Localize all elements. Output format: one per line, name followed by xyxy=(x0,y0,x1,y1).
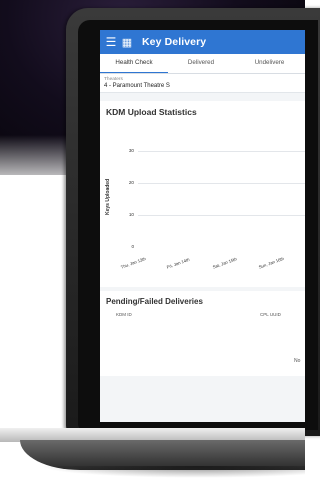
tab-undelivered[interactable]: Undelivere xyxy=(234,54,305,73)
y-tick-label: 30 xyxy=(128,148,134,153)
laptop-screen: ☰ ▦ Key Delivery Health Check Delivered … xyxy=(100,30,305,422)
y-tick-label: 10 xyxy=(128,212,134,217)
theater-selector-value: 4 - Paramount Theatre S xyxy=(104,83,170,89)
gridline xyxy=(138,151,305,152)
y-tick-label: 0 xyxy=(131,244,134,249)
theater-selector-label: Theaters xyxy=(104,77,123,82)
pending-card: Pending/Failed Deliveries KDM ID CPL UUI… xyxy=(100,291,305,376)
column-header-cpl-uuid[interactable]: CPL UUID xyxy=(260,312,281,317)
app-title: Key Delivery xyxy=(142,36,207,48)
kdm-stats-title: KDM Upload Statistics xyxy=(106,107,197,117)
x-tick-label: Thu, Jan 13th xyxy=(120,256,147,270)
laptop-shadow xyxy=(40,466,305,478)
grid-icon[interactable]: ▦ xyxy=(120,36,134,49)
tab-health-check[interactable]: Health Check xyxy=(100,54,168,73)
tab-delivered[interactable]: Delivered xyxy=(168,54,234,73)
theater-selector[interactable]: Theaters 4 - Paramount Theatre S xyxy=(100,74,305,93)
empty-state-text: No xyxy=(294,358,301,364)
kdm-stats-card: KDM Upload Statistics Keys Uploaded 30 20… xyxy=(100,101,305,287)
pending-table: KDM ID CPL UUID No xyxy=(106,306,305,376)
pending-title: Pending/Failed Deliveries xyxy=(106,297,203,306)
hamburger-icon[interactable]: ☰ xyxy=(102,35,120,49)
x-tick-label: Sat, Jan 15th xyxy=(212,256,238,270)
x-tick-label: Fri, Jan 14th xyxy=(166,256,191,270)
gridline xyxy=(138,215,305,216)
app-bar: ☰ ▦ Key Delivery xyxy=(100,30,305,54)
column-header-kdm-id[interactable]: KDM ID xyxy=(116,312,132,317)
x-tick-label: Sun, Jan 16th xyxy=(258,255,285,270)
chart-y-axis-label: Keys Uploaded xyxy=(105,178,111,215)
gridline xyxy=(138,183,305,184)
y-tick-label: 20 xyxy=(128,180,134,185)
tab-bar: Health Check Delivered Undelivere xyxy=(100,54,305,74)
kdm-upload-chart: Keys Uploaded 30 20 10 0 Thu, Jan 13th Fri, J… xyxy=(105,117,305,287)
